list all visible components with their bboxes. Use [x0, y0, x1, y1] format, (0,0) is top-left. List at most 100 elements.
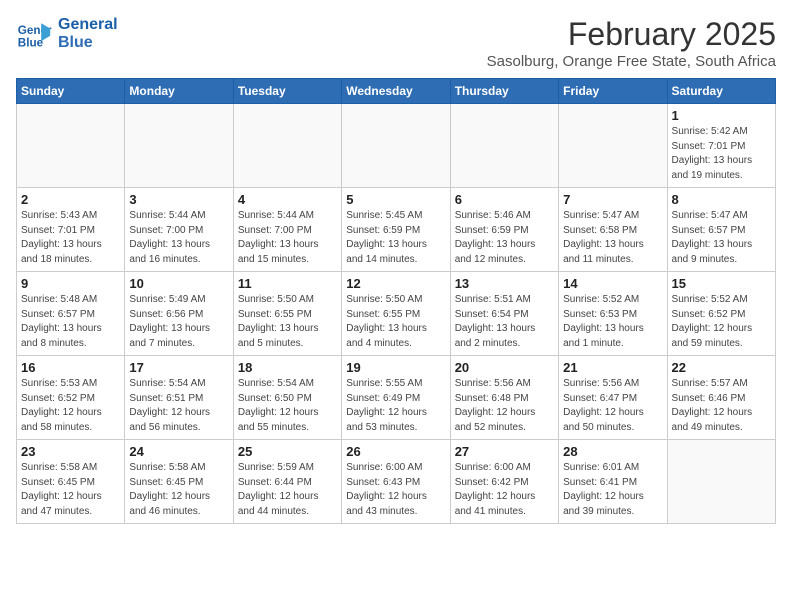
calendar-cell: [233, 104, 341, 188]
logo-general: General: [58, 16, 118, 34]
calendar-cell: 11 Sunrise: 5:50 AM Sunset: 6:55 PM Dayli…: [233, 272, 341, 356]
calendar-cell: 5 Sunrise: 5:45 AM Sunset: 6:59 PM Daylig…: [342, 188, 450, 272]
calendar-cell: [342, 104, 450, 188]
day-info: Sunrise: 5:45 AM Sunset: 6:59 PM Dayligh…: [346, 209, 445, 267]
calendar-cell: 15 Sunrise: 5:52 AM Sunset: 6:52 PM Dayli…: [667, 272, 775, 356]
day-number: 18: [238, 360, 337, 375]
page-header: General Blue General Blue February 2025 …: [16, 16, 776, 70]
day-number: 25: [238, 444, 337, 459]
day-info: Sunrise: 5:46 AM Sunset: 6:59 PM Dayligh…: [455, 209, 554, 267]
day-info: Sunrise: 5:47 AM Sunset: 6:58 PM Dayligh…: [563, 209, 662, 267]
header-wednesday: Wednesday: [342, 79, 450, 104]
day-number: 21: [563, 360, 662, 375]
day-info: Sunrise: 5:50 AM Sunset: 6:55 PM Dayligh…: [238, 293, 337, 351]
calendar-cell: 22 Sunrise: 5:57 AM Sunset: 6:46 PM Dayli…: [667, 356, 775, 440]
calendar-cell: 12 Sunrise: 5:50 AM Sunset: 6:55 PM Dayli…: [342, 272, 450, 356]
day-info: Sunrise: 5:51 AM Sunset: 6:54 PM Dayligh…: [455, 293, 554, 351]
logo: General Blue General Blue: [16, 16, 118, 52]
day-info: Sunrise: 5:42 AM Sunset: 7:01 PM Dayligh…: [672, 125, 771, 183]
calendar-cell: 4 Sunrise: 5:44 AM Sunset: 7:00 PM Daylig…: [233, 188, 341, 272]
title-block: February 2025 Sasolburg, Orange Free Sta…: [487, 16, 776, 70]
svg-text:Blue: Blue: [18, 37, 44, 50]
calendar-cell: 6 Sunrise: 5:46 AM Sunset: 6:59 PM Daylig…: [450, 188, 558, 272]
day-info: Sunrise: 5:50 AM Sunset: 6:55 PM Dayligh…: [346, 293, 445, 351]
day-info: Sunrise: 6:00 AM Sunset: 6:42 PM Dayligh…: [455, 461, 554, 519]
day-number: 20: [455, 360, 554, 375]
header-monday: Monday: [125, 79, 233, 104]
calendar-row-4: 16 Sunrise: 5:53 AM Sunset: 6:52 PM Dayli…: [17, 356, 776, 440]
day-number: 17: [129, 360, 228, 375]
day-number: 8: [672, 192, 771, 207]
header-saturday: Saturday: [667, 79, 775, 104]
calendar-cell: 24Sunrise: 5:58 AM Sunset: 6:45 PM Dayli…: [125, 440, 233, 524]
header-tuesday: Tuesday: [233, 79, 341, 104]
calendar-cell: 13 Sunrise: 5:51 AM Sunset: 6:54 PM Dayli…: [450, 272, 558, 356]
day-number: 3: [129, 192, 228, 207]
day-info: Sunrise: 5:48 AM Sunset: 6:57 PM Dayligh…: [21, 293, 120, 351]
day-number: 19: [346, 360, 445, 375]
calendar-cell: 26Sunrise: 6:00 AM Sunset: 6:43 PM Dayli…: [342, 440, 450, 524]
day-number: 11: [238, 276, 337, 291]
calendar-cell: 10 Sunrise: 5:49 AM Sunset: 6:56 PM Dayli…: [125, 272, 233, 356]
calendar-cell: 18 Sunrise: 5:54 AM Sunset: 6:50 PM Dayli…: [233, 356, 341, 440]
calendar-cell: [450, 104, 558, 188]
calendar-cell: 19 Sunrise: 5:55 AM Sunset: 6:49 PM Dayli…: [342, 356, 450, 440]
day-info: Sunrise: 6:01 AM Sunset: 6:41 PM Dayligh…: [563, 461, 662, 519]
day-info: Sunrise: 5:44 AM Sunset: 7:00 PM Dayligh…: [238, 209, 337, 267]
logo-blue: Blue: [58, 34, 118, 52]
calendar-cell: 8 Sunrise: 5:47 AM Sunset: 6:57 PM Daylig…: [667, 188, 775, 272]
day-number: 2: [21, 192, 120, 207]
day-info: Sunrise: 5:59 AM Sunset: 6:44 PM Dayligh…: [238, 461, 337, 519]
calendar-header-row: SundayMondayTuesdayWednesdayThursdayFrid…: [17, 79, 776, 104]
day-number: 1: [672, 108, 771, 123]
calendar-cell: [17, 104, 125, 188]
day-number: 28: [563, 444, 662, 459]
day-info: Sunrise: 5:55 AM Sunset: 6:49 PM Dayligh…: [346, 377, 445, 435]
day-number: 6: [455, 192, 554, 207]
day-number: 14: [563, 276, 662, 291]
day-number: 22: [672, 360, 771, 375]
day-info: Sunrise: 5:54 AM Sunset: 6:51 PM Dayligh…: [129, 377, 228, 435]
day-info: Sunrise: 5:57 AM Sunset: 6:46 PM Dayligh…: [672, 377, 771, 435]
calendar-table: SundayMondayTuesdayWednesdayThursdayFrid…: [16, 78, 776, 524]
day-number: 16: [21, 360, 120, 375]
calendar-cell: 14 Sunrise: 5:52 AM Sunset: 6:53 PM Dayli…: [559, 272, 667, 356]
day-number: 10: [129, 276, 228, 291]
calendar-cell: [667, 440, 775, 524]
calendar-cell: 2Sunrise: 5:43 AM Sunset: 7:01 PM Daylig…: [17, 188, 125, 272]
calendar-cell: 16 Sunrise: 5:53 AM Sunset: 6:52 PM Dayli…: [17, 356, 125, 440]
calendar-cell: 1 Sunrise: 5:42 AM Sunset: 7:01 PM Daylig…: [667, 104, 775, 188]
calendar-row-1: 1 Sunrise: 5:42 AM Sunset: 7:01 PM Daylig…: [17, 104, 776, 188]
day-info: Sunrise: 6:00 AM Sunset: 6:43 PM Dayligh…: [346, 461, 445, 519]
calendar-cell: [559, 104, 667, 188]
calendar-row-5: 23Sunrise: 5:58 AM Sunset: 6:45 PM Dayli…: [17, 440, 776, 524]
day-info: Sunrise: 5:53 AM Sunset: 6:52 PM Dayligh…: [21, 377, 120, 435]
day-number: 13: [455, 276, 554, 291]
header-sunday: Sunday: [17, 79, 125, 104]
day-info: Sunrise: 5:52 AM Sunset: 6:52 PM Dayligh…: [672, 293, 771, 351]
day-info: Sunrise: 5:52 AM Sunset: 6:53 PM Dayligh…: [563, 293, 662, 351]
day-number: 24: [129, 444, 228, 459]
calendar-cell: 3 Sunrise: 5:44 AM Sunset: 7:00 PM Daylig…: [125, 188, 233, 272]
calendar-cell: 17 Sunrise: 5:54 AM Sunset: 6:51 PM Dayli…: [125, 356, 233, 440]
month-title: February 2025: [487, 16, 776, 53]
day-number: 15: [672, 276, 771, 291]
calendar-row-3: 9Sunrise: 5:48 AM Sunset: 6:57 PM Daylig…: [17, 272, 776, 356]
day-number: 27: [455, 444, 554, 459]
day-info: Sunrise: 5:56 AM Sunset: 6:48 PM Dayligh…: [455, 377, 554, 435]
location-title: Sasolburg, Orange Free State, South Afri…: [487, 53, 776, 70]
day-number: 12: [346, 276, 445, 291]
calendar-cell: [125, 104, 233, 188]
day-info: Sunrise: 5:56 AM Sunset: 6:47 PM Dayligh…: [563, 377, 662, 435]
day-info: Sunrise: 5:54 AM Sunset: 6:50 PM Dayligh…: [238, 377, 337, 435]
day-number: 4: [238, 192, 337, 207]
calendar-cell: 20 Sunrise: 5:56 AM Sunset: 6:48 PM Dayli…: [450, 356, 558, 440]
day-info: Sunrise: 5:44 AM Sunset: 7:00 PM Dayligh…: [129, 209, 228, 267]
calendar-cell: 9Sunrise: 5:48 AM Sunset: 6:57 PM Daylig…: [17, 272, 125, 356]
day-number: 23: [21, 444, 120, 459]
calendar-cell: 7Sunrise: 5:47 AM Sunset: 6:58 PM Daylig…: [559, 188, 667, 272]
day-info: Sunrise: 5:49 AM Sunset: 6:56 PM Dayligh…: [129, 293, 228, 351]
day-info: Sunrise: 5:47 AM Sunset: 6:57 PM Dayligh…: [672, 209, 771, 267]
calendar-cell: 28 Sunrise: 6:01 AM Sunset: 6:41 PM Dayli…: [559, 440, 667, 524]
day-number: 5: [346, 192, 445, 207]
